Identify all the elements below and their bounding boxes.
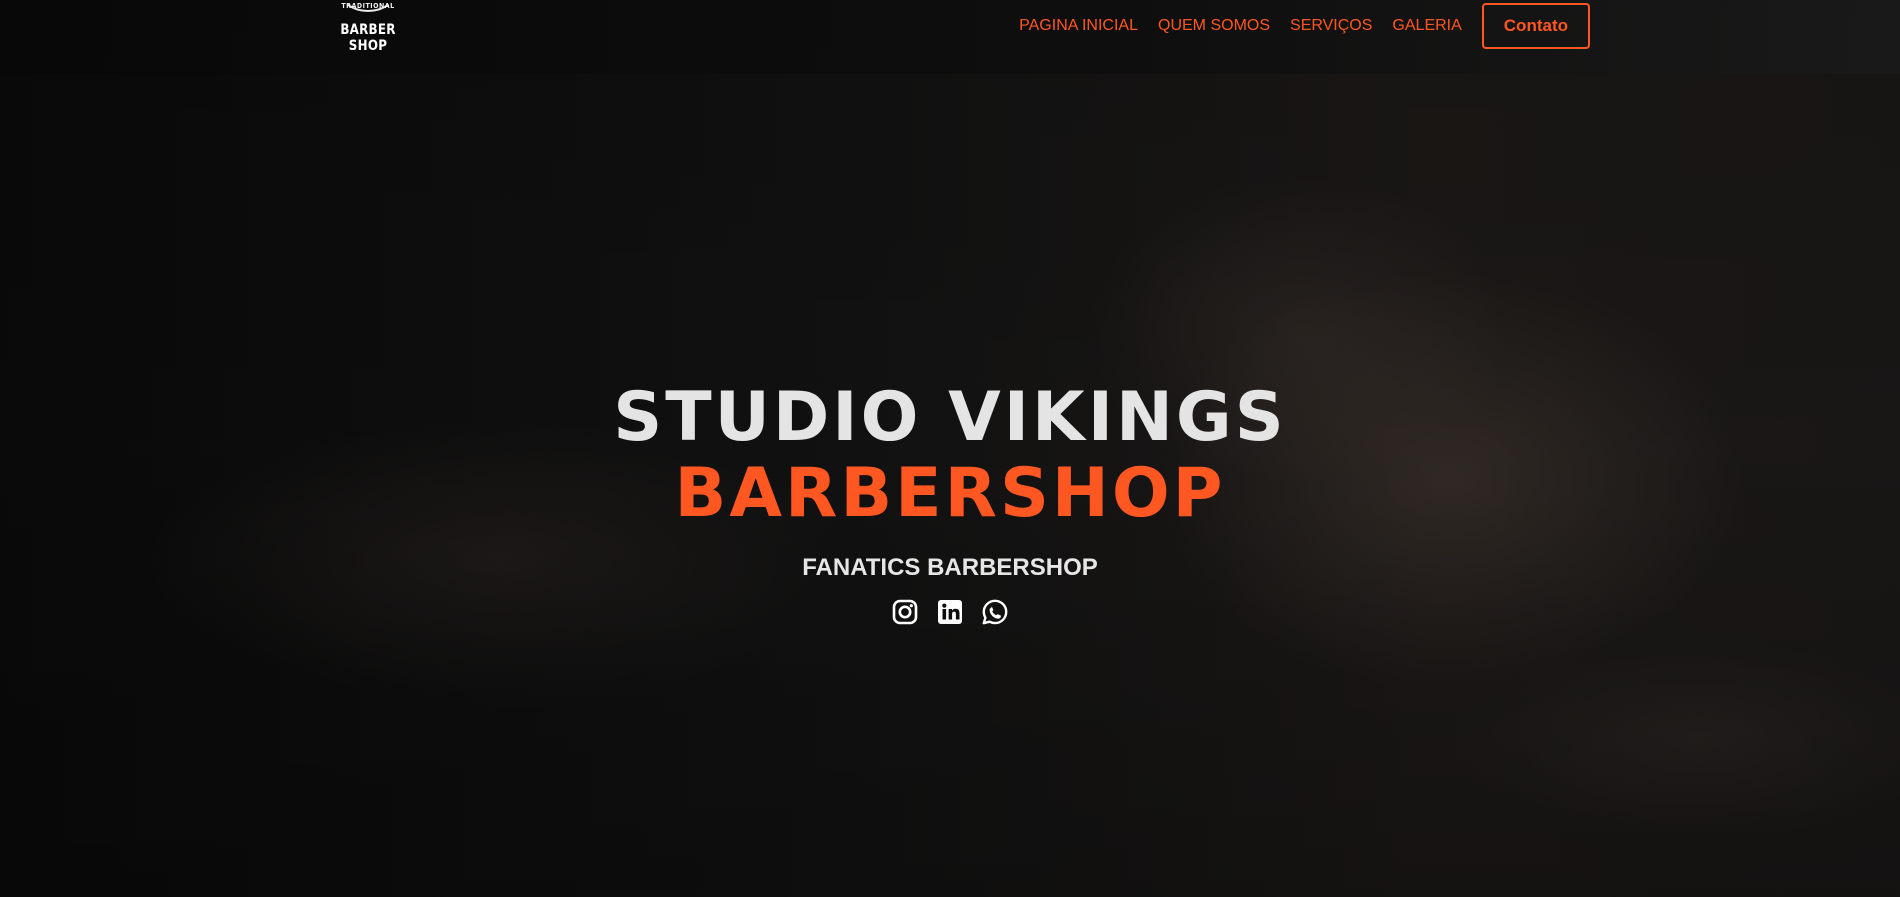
main-nav: PAGINA INICIAL QUEM SOMOS SERVIÇOS GALER… <box>1019 0 1590 52</box>
logo-main-text: BARBER SHOP <box>340 22 396 54</box>
nav-link-pagina-inicial[interactable]: PAGINA INICIAL <box>1019 17 1138 35</box>
nav-link-galeria[interactable]: GALERIA <box>1392 17 1461 35</box>
hero-title: STUDIO VIKINGS BARBERSHOP <box>0 380 1900 532</box>
logo[interactable]: TRADITIONAL BARBER SHOP <box>318 0 418 54</box>
social-links <box>0 598 1900 626</box>
hero-title-line2: BARBERSHOP <box>674 454 1226 533</box>
nav-link-servicos[interactable]: SERVIÇOS <box>1290 17 1372 35</box>
hero-subtitle: FANATICS BARBERSHOP <box>802 554 1098 581</box>
hero-title-line1: STUDIO VIKINGS <box>613 378 1287 457</box>
hero-content: STUDIO VIKINGS BARBERSHOP FANATICS BARBE… <box>0 380 1900 626</box>
logo-top-text: TRADITIONAL <box>341 2 395 10</box>
nav-link-quem-somos[interactable]: QUEM SOMOS <box>1158 17 1270 35</box>
contact-button[interactable]: Contato <box>1481 3 1590 49</box>
linkedin-icon[interactable] <box>936 598 964 626</box>
navbar: TRADITIONAL BARBER SHOP PAGINA INICIAL Q… <box>0 0 1900 74</box>
whatsapp-icon[interactable] <box>981 598 1009 626</box>
instagram-icon[interactable] <box>891 598 919 626</box>
